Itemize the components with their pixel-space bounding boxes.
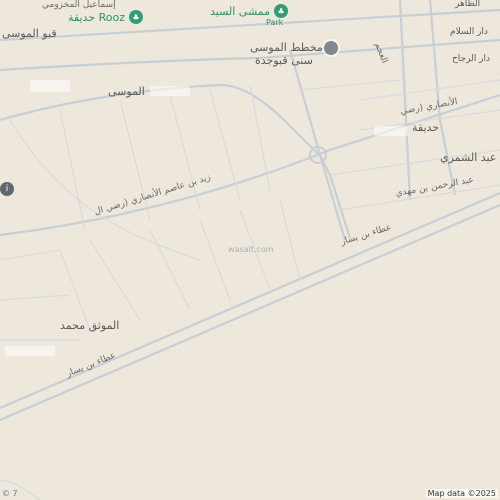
map-logo: © 7 bbox=[2, 489, 18, 498]
tree-icon: ♣ bbox=[274, 4, 289, 18]
label-mouwafaq: الموثق محمد bbox=[60, 319, 120, 332]
location-dot-icon[interactable] bbox=[324, 41, 338, 55]
plan-label-1: مخطط الموسى bbox=[250, 41, 323, 54]
poi-mamsha-sub: Park bbox=[266, 18, 284, 27]
label-obscured-4 bbox=[5, 346, 55, 356]
poi-mamsha-label: ممشى السيد bbox=[210, 4, 271, 18]
watermark: wasalt.com bbox=[228, 245, 274, 254]
plan-label-2: سنى قبوجدة bbox=[255, 54, 313, 67]
label-dar-rajjah: دار الرجاح bbox=[452, 54, 491, 64]
map-view[interactable]: حديقة Rooz ♣ ممشى السيد ♣ Park مخطط المو… bbox=[0, 0, 500, 500]
label-obscured-2 bbox=[150, 86, 190, 96]
poi-mamsha[interactable]: ممشى السيد ♣ Park bbox=[210, 4, 289, 27]
label-obscured-1 bbox=[30, 80, 70, 92]
poi-rooz-park-label: حديقة Rooz bbox=[68, 10, 125, 24]
label-makhzoomi: إسماعيل المخزومي bbox=[42, 0, 116, 10]
label-top-right: الظاهر bbox=[455, 0, 481, 9]
label-hadiqa: حديقة bbox=[412, 121, 440, 134]
label-obscured-3 bbox=[374, 126, 408, 136]
map-attribution[interactable]: Map data ©2025 bbox=[425, 489, 498, 498]
poi-rooz-park[interactable]: حديقة Rooz ♣ bbox=[68, 10, 143, 24]
label-dar-salam: دار السلام bbox=[450, 27, 488, 37]
tree-icon: ♣ bbox=[129, 10, 143, 24]
label-qabu-moosa: قبو الموسى bbox=[2, 27, 57, 40]
label-abd-shamri: عبد الشمري bbox=[440, 151, 497, 164]
info-icon[interactable]: i bbox=[0, 182, 14, 196]
label-moosa: الموسى bbox=[108, 85, 145, 98]
